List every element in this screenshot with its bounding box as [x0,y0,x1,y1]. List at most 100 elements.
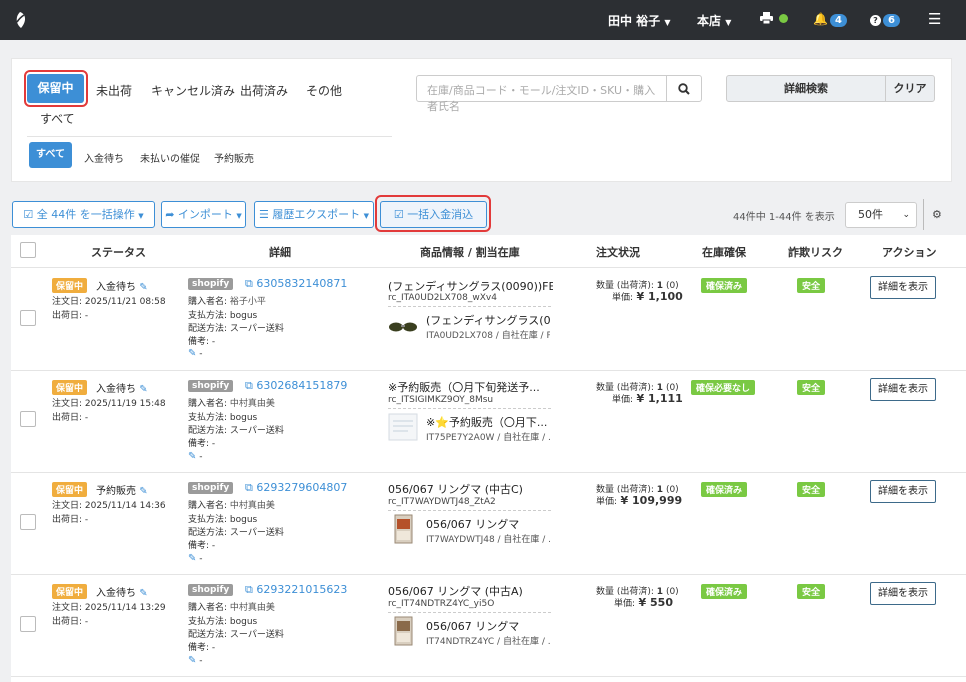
notifications-button[interactable]: 🔔 4 [813,12,847,27]
pencil-icon[interactable]: ✎ [139,588,147,599]
pencil-icon[interactable]: ✎ [139,384,147,395]
tab-unshipped[interactable]: 未出荷 [96,82,132,99]
view-detail-button[interactable]: 詳細を表示 [870,480,936,503]
edit-memo[interactable]: ✎ - [188,655,203,666]
product-sku: rc_IT74NDTRZ4YC_yi5O [388,599,495,609]
unit-price-value: ¥ 1,100 [636,290,683,303]
per-page-select[interactable]: 50件 ⌄ [845,202,917,228]
caret-icon: ▼ [236,212,242,220]
payment-value: bogus [229,413,258,423]
buyer-label: 購入者名: [188,603,228,613]
divider [11,676,966,677]
buyer-label: 購入者名: [188,297,228,307]
stock-product-info[interactable]: ITA0UD2LX708 / 自社在庫 / P... [426,328,550,341]
header-product: 商品情報 / 割当在庫 [420,246,520,259]
stock-product-info[interactable]: IT7WAYDWTJ48 / 自社在庫 / ... [426,532,550,545]
advanced-search-button[interactable]: 詳細検索 [726,75,886,102]
ship-date: 出荷日: - [52,617,89,627]
divider [388,408,551,409]
gear-icon[interactable]: ⚙ [932,208,942,221]
search-input[interactable]: 在庫/商品コード・モール/注文ID・SKU・購入者氏名 [416,75,667,113]
table-row: 保留中 入金待ち ✎ 注文日: 2025/11/19 15:48 出荷日: - … [0,371,966,473]
help-button[interactable]: ? 6 [870,12,900,27]
delivery-label: 配送方法: [188,324,228,334]
subtab-preorder[interactable]: 予約販売 [214,150,254,165]
order-id-link[interactable]: ⧉ 6293279604807 [245,481,347,495]
bulk-action-button[interactable]: ☑ 全 44件 を一括操作 ▼ [12,201,155,228]
import-button[interactable]: ➦ インポート ▼ [161,201,246,228]
check-square-icon: ☑ [23,208,34,221]
export-button[interactable]: ☰ 履歴エクスポート ▼ [254,201,374,228]
stock-product-name: 056/067 リングマ [426,518,520,531]
unit-price-label: 単価: [612,395,634,405]
sub-status-label: 入金待ち [96,384,136,395]
payment: 支払方法: bogus [188,308,257,321]
pencil-icon[interactable]: ✎ [139,282,147,293]
select-all-checkbox[interactable] [20,242,36,258]
subtab-payment-reminder[interactable]: 未払いの催促 [140,150,200,165]
order-date-value: 2025/11/14 14:36 [84,501,166,511]
pencil-icon: ✎ [188,348,197,359]
view-detail-button[interactable]: 詳細を表示 [870,276,936,299]
hamburger-menu-icon[interactable]: ☰ [928,10,941,28]
search-button[interactable] [666,75,702,102]
tab-all[interactable]: すべて [40,110,75,127]
edit-memo[interactable]: ✎ - [188,348,203,359]
payment-value: bogus [229,515,258,525]
pencil-icon: ✎ [188,451,197,462]
edit-memo[interactable]: ✎ - [188,451,203,462]
row-checkbox[interactable] [20,411,36,427]
user-menu[interactable]: 田中 裕子 ▼ [608,12,671,29]
stock-product-name: ※⭐予約販売（〇月下... [426,416,548,429]
card-thumbnail [394,616,413,646]
stock-product-info[interactable]: IT75PE7Y2A0W / 自社在庫 / ... [426,430,550,443]
order-date: 注文日: 2025/11/14 13:29 [52,600,166,613]
store-menu[interactable]: 本店 ▼ [697,12,731,29]
printer-status[interactable] [760,12,789,26]
search-icon [678,83,690,95]
header-action: アクション [882,246,937,259]
view-detail-button[interactable]: 詳細を表示 [870,378,936,401]
unit-price-label: 単価: [612,293,634,303]
tab-cancelled[interactable]: キャンセル済み [151,82,235,99]
header-detail: 詳細 [269,246,291,259]
view-detail-button[interactable]: 詳細を表示 [870,582,936,605]
status-dot-icon [779,14,789,23]
payment-label: 支払方法: [188,413,228,423]
stock-product-info[interactable]: IT74NDTRZ4YC / 自社在庫 / ... [426,634,550,647]
buyer-value: 中村真由美 [229,501,275,511]
header-stock: 在庫確保 [702,246,746,259]
sub-status: 予約販売 ✎ [96,482,148,497]
buyer: 購入者名: 中村真由美 [188,600,275,613]
pencil-icon[interactable]: ✎ [139,486,147,497]
table-row: 保留中 予約販売 ✎ 注文日: 2025/11/14 14:36 出荷日: - … [0,473,966,575]
order-id: 6305832140871 [256,277,348,290]
toolbar-separator [923,199,924,230]
order-id-link[interactable]: ⧉ 6305832140871 [245,277,347,291]
top-navbar: 田中 裕子 ▼ 本店 ▼ 🔔 4 ? 6 ☰ [0,0,966,40]
tab-other[interactable]: その他 [306,82,342,99]
order-id: 6293279604807 [256,481,348,494]
stock-badge: 確保済み [701,278,748,293]
external-link-icon: ⧉ [245,379,253,392]
memo-value: - [211,337,216,347]
product-sku: rc_IT7WAYDWTJ48_ZtA2 [388,497,496,507]
subtab-awaiting-payment[interactable]: 入金待ち [84,150,124,165]
subtab-all[interactable]: すべて [29,142,72,168]
app-logo[interactable] [12,11,28,29]
order-id-link[interactable]: ⧉ 6293221015623 [245,583,347,597]
order-date-value: 2025/11/19 15:48 [84,399,166,409]
order-id-link[interactable]: ⧉ 6302684151879 [245,379,347,393]
clear-button[interactable]: クリア [885,75,935,102]
pencil-icon: ✎ [188,655,197,666]
tab-shipped[interactable]: 出荷済み [240,82,288,99]
edit-memo[interactable]: ✎ - [188,553,203,564]
row-checkbox[interactable] [20,310,36,326]
row-checkbox[interactable] [20,616,36,632]
product-name: (フェンディサングラス(0090))FENDI... [388,280,553,293]
shop-badge: shopify [188,380,234,392]
buyer-label: 購入者名: [188,501,228,511]
bulk-action-label: 全 44件 を一括操作 [36,208,135,221]
row-checkbox[interactable] [20,514,36,530]
printer-icon [760,12,773,25]
